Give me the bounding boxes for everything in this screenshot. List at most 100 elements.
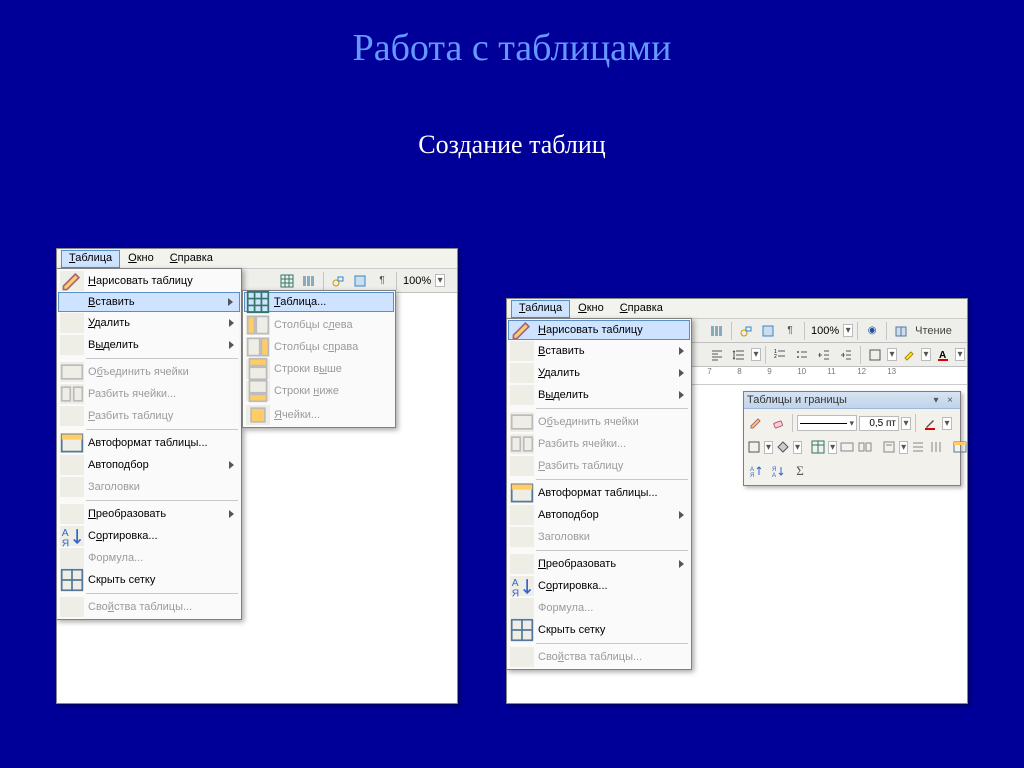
menu-item-formula: Формула... [508,597,690,619]
dropdown-icon[interactable]: ▾ [955,348,965,361]
dropdown-icon[interactable]: ▾ [828,441,837,454]
fill-color-icon[interactable] [775,437,791,457]
line-style-dropdown[interactable]: ▾ [797,415,857,431]
menu-item-draw-table[interactable]: Нарисовать таблицу [58,270,240,292]
reading-button[interactable]: Чтение [913,325,952,337]
bullet-list-icon[interactable] [792,345,812,365]
pencil-icon [510,320,534,340]
table-icon[interactable] [277,271,297,291]
submenu-item-cols-left: Столбцы слева [244,314,394,336]
borders-icon[interactable] [865,345,885,365]
menu-item-delete[interactable]: Удалить [508,362,690,384]
drawing-icon[interactable] [736,321,756,341]
columns-icon[interactable] [299,271,319,291]
grid-icon [60,570,84,590]
sort-asc-icon[interactable]: АЯ [746,461,766,481]
menu-item-insert[interactable]: Вставить [508,340,690,362]
menu-item-headings: Заголовки [508,526,690,548]
zoom-dropdown-icon[interactable]: ▾ [435,274,445,287]
tables-borders-toolbar[interactable]: Таблицы и границы ▾ × ▾ 0,5 пт ▾ ▾ ▾ ▾ [743,391,961,486]
pen-color-icon[interactable] [920,413,940,433]
menu-item-draw-table[interactable]: Нарисовать таблицу [508,320,690,340]
menu-item-hide-grid[interactable]: Скрыть сетку [508,619,690,641]
pilcrow-icon[interactable]: ¶ [780,321,800,341]
pencil-icon[interactable] [746,413,766,433]
eraser-icon[interactable] [768,413,788,433]
line-spacing-icon[interactable] [729,345,749,365]
zoom-value[interactable]: 100% [401,275,433,287]
menubar-item-help[interactable]: Справка [612,300,671,318]
distribute-rows-icon[interactable] [910,437,926,457]
menu-item-split-table: Разбить таблицу [508,455,690,477]
borders-icon[interactable] [746,437,762,457]
dropdown-icon[interactable]: ▾ [901,417,911,430]
zoom-dropdown-icon[interactable]: ▾ [843,324,853,337]
submenu-item-table[interactable]: Таблица... [244,292,394,312]
pilcrow-icon[interactable]: ¶ [372,271,392,291]
dropdown-icon[interactable]: ▾ [921,348,931,361]
menu-item-autofit[interactable]: Автоподбор [58,454,240,476]
insert-table-icon[interactable] [810,437,826,457]
sort-desc-icon[interactable]: ЯА [768,461,788,481]
autosum-icon[interactable]: Σ [790,461,810,481]
menubar-right: Таблица Окно Справка [507,299,967,319]
menu-item-convert[interactable]: Преобразовать [58,503,240,525]
menubar-item-window[interactable]: Окно [120,250,162,268]
menu-item-sort[interactable]: АЯ Сортировка... [58,525,240,547]
line-weight[interactable]: 0,5 пт [859,416,899,431]
distribute-cols-icon[interactable] [928,437,944,457]
screenshot-insert-submenu: Таблица Окно Справка ¶ 100% ▾ Нарисовать… [56,248,458,704]
submenu-item-rows-below: Строки ниже [244,380,394,402]
menu-item-merge-cells: Объединить ячейки [508,411,690,433]
screenshot-draw-table: Таблица Окно Справка ¶ 100% ▾ ◉ Чтение ▾… [506,298,968,704]
align-left-icon[interactable] [707,345,727,365]
book-icon[interactable] [891,321,911,341]
menubar-item-help[interactable]: Справка [162,250,221,268]
floatbar-titlebar[interactable]: Таблицы и границы ▾ × [744,392,960,409]
menu-item-select[interactable]: Выделить [508,384,690,406]
split-cells-icon[interactable] [857,437,873,457]
font-color-icon[interactable]: A [933,345,953,365]
menu-item-autoformat[interactable]: Автоформат таблицы... [508,482,690,504]
menubar: Таблица Окно Справка [57,249,457,269]
chevron-down-icon[interactable]: ▾ [929,395,943,406]
pencil-icon [60,271,84,291]
map-icon[interactable] [350,271,370,291]
dropdown-icon[interactable]: ▾ [942,417,952,430]
close-icon[interactable]: × [943,395,957,406]
dropdown-icon[interactable]: ▾ [899,441,908,454]
outdent-icon[interactable] [814,345,834,365]
indent-icon[interactable] [836,345,856,365]
menu-item-select[interactable]: Выделить [58,334,240,356]
cols-left-icon [246,315,270,335]
menubar-item-window[interactable]: Окно [570,300,612,318]
merge-icon[interactable] [839,437,855,457]
menu-table-left: Нарисовать таблицу Вставить Удалить Выде… [56,268,242,620]
numbered-list-icon[interactable]: 12 [770,345,790,365]
columns-icon[interactable] [707,321,727,341]
dropdown-icon[interactable]: ▾ [764,441,773,454]
help-icon[interactable]: ◉ [862,321,882,341]
menu-item-autofit[interactable]: Автоподбор [508,504,690,526]
map-icon[interactable] [758,321,778,341]
dropdown-icon[interactable]: ▾ [751,348,761,361]
cells-icon [246,405,270,425]
align-cell-icon[interactable] [881,437,897,457]
highlight-icon[interactable] [899,345,919,365]
menu-table-right: Нарисовать таблицу Вставить Удалить Выде… [506,318,692,670]
menu-item-insert[interactable]: Вставить [58,292,240,312]
menu-item-delete[interactable]: Удалить [58,312,240,334]
zoom-value[interactable]: 100% [809,325,841,337]
menu-item-convert[interactable]: Преобразовать [508,553,690,575]
menu-item-hide-grid[interactable]: Скрыть сетку [58,569,240,591]
dropdown-icon[interactable]: ▾ [887,348,897,361]
chevron-right-icon [228,298,233,306]
menubar-item-table[interactable]: Таблица [61,250,120,268]
menubar-item-table[interactable]: Таблица [511,300,570,318]
menu-item-autoformat[interactable]: Автоформат таблицы... [58,432,240,454]
autoformat-icon[interactable] [952,437,968,457]
menu-item-sort[interactable]: АЯ Сортировка... [508,575,690,597]
drawing-icon[interactable] [328,271,348,291]
dropdown-icon[interactable]: ▾ [793,441,802,454]
slide-title: Работа с таблицами [0,0,1024,70]
